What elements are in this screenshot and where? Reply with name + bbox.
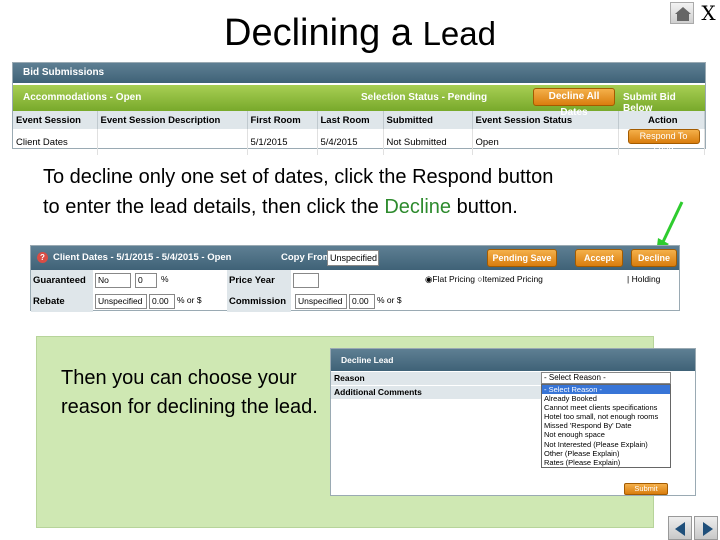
column-header: Event Session [13,111,98,129]
flat-pricing-radio[interactable]: ◉Flat Pricing ○Itemized Pricing [425,274,543,285]
submit-button[interactable]: Submit [624,483,668,495]
instruction-line2-b: button. [451,196,518,218]
bid-table: Event Session Event Session Description … [13,111,705,155]
arrow-left-icon [675,522,685,536]
decline-lead-header: Decline Lead [331,349,695,371]
slide-title: Declining a Lead [0,12,720,55]
guaranteed-label: Guaranteed [31,270,93,291]
guaranteed-select[interactable]: No [95,273,131,288]
table-cell: Open [472,129,619,155]
holding-label: | Holding [627,274,661,284]
column-header: Event Session Status [472,111,619,129]
table-cell: Client Dates [13,129,98,155]
rebate-select[interactable]: Unspecified [95,294,147,309]
client-dates-header: ? Client Dates - 5/1/2015 - 5/4/2015 - O… [31,246,679,270]
client-dates-panel: ? Client Dates - 5/1/2015 - 5/4/2015 - O… [30,245,680,312]
column-header: Submitted [383,111,473,129]
column-header: Event Session Description [97,111,248,129]
instruction-line2-a: to enter the lead details, then click th… [43,196,385,218]
guaranteed-row: Guaranteed No 0 % Price Year ◉Flat Prici… [31,270,679,291]
price-year-label: Price Year [227,270,291,291]
copy-from-select[interactable]: Unspecified [327,250,379,266]
reason-option[interactable]: Already Booked [542,394,670,403]
price-year-input[interactable] [293,273,319,288]
table-cell: 5/1/2015 [247,129,318,155]
instruction-line1: To decline only one set of dates, click … [43,166,554,188]
accommodations-label: Accommodations - Open [23,92,142,103]
next-slide-button[interactable] [694,516,718,540]
reason-option[interactable]: Not enough space [542,430,670,439]
reason-option[interactable]: Other (Please Explain) [542,449,670,458]
reason-label: Reason [331,372,541,385]
accommodations-bar: Accommodations - Open Selection Status -… [13,85,705,118]
help-icon[interactable]: ? [37,252,48,263]
instruction-line2: to enter the lead details, then click th… [43,192,673,222]
table-row: Client Dates 5/1/2015 5/4/2015 Not Submi… [13,129,705,155]
table-cell: 5/4/2015 [317,129,384,155]
title-part1: Declining a [224,12,423,54]
pending-save-button[interactable]: Pending Save [487,249,557,267]
commission-label: Commission [227,291,291,312]
table-cell [97,129,248,155]
table-cell: Not Submitted [383,129,473,155]
bid-table-header: Event Session Event Session Description … [13,111,705,129]
action-cell: Respond To Lead [618,129,705,155]
holding-text: Holding [631,274,661,284]
additional-comments-label: Additional Comments [331,386,541,399]
percent-label: % [161,274,169,284]
arrow-right-icon [703,522,713,536]
guaranteed-input[interactable]: 0 [135,273,157,288]
rebate-input[interactable]: 0.00 [149,294,175,309]
reason-option[interactable]: Cannot meet clients specifications [542,403,670,412]
flat-pricing-label: Flat Pricing [432,274,475,284]
home-icon[interactable] [670,2,694,24]
decline-lead-panel: Decline Lead Reason Additional Comments … [330,348,696,496]
rebate-label: Rebate [31,291,93,312]
commission-unit: % or $ [377,295,402,305]
instruction-text: To decline only one set of dates, click … [43,162,673,222]
commission-input[interactable]: 0.00 [349,294,375,309]
close-button[interactable]: X [697,0,720,26]
reason-option[interactable]: Rates (Please Explain) [542,458,670,467]
client-dates-title: Client Dates - 5/1/2015 - 5/4/2015 - Ope… [53,252,232,263]
bid-panel-header: Bid Submissions [13,63,705,83]
previous-slide-button[interactable] [668,516,692,540]
accept-button[interactable]: Accept [575,249,623,267]
column-header: Last Room [317,111,384,129]
decline-highlight: Decline [384,196,452,218]
reason-option[interactable]: - Select Reason - [542,385,670,395]
reason-option[interactable]: Not Interested (Please Explain) [542,440,670,449]
decline-all-dates-button[interactable]: Decline All Dates [533,88,615,118]
rebate-row: Rebate Unspecified 0.00 % or $ Commissio… [31,291,679,312]
commission-select[interactable]: Unspecified [295,294,347,309]
reason-option[interactable]: Missed 'Respond By' Date [542,421,670,430]
itemized-pricing-label: Itemized Pricing [482,274,543,284]
title-part2: Lead [422,15,496,52]
decline-button[interactable]: Decline [631,249,677,267]
bid-submissions-panel: Bid Submissions Accommodations - Open Se… [12,62,706,155]
reason-dropdown: - Select Reason - Already Booked Cannot … [541,384,671,468]
callout-text: Then you can choose your reason for decl… [61,367,318,418]
submit-bid-label[interactable]: Submit Bid Below [623,92,705,114]
selection-status-label: Selection Status - Pending [361,92,488,103]
rebate-unit: % or $ [177,295,202,305]
reason-select[interactable]: - Select Reason - [541,372,671,384]
column-header: First Room [247,111,318,129]
reason-option[interactable]: Hotel too small, not enough rooms [542,412,670,421]
respond-to-lead-button[interactable]: Respond To Lead [627,129,700,154]
